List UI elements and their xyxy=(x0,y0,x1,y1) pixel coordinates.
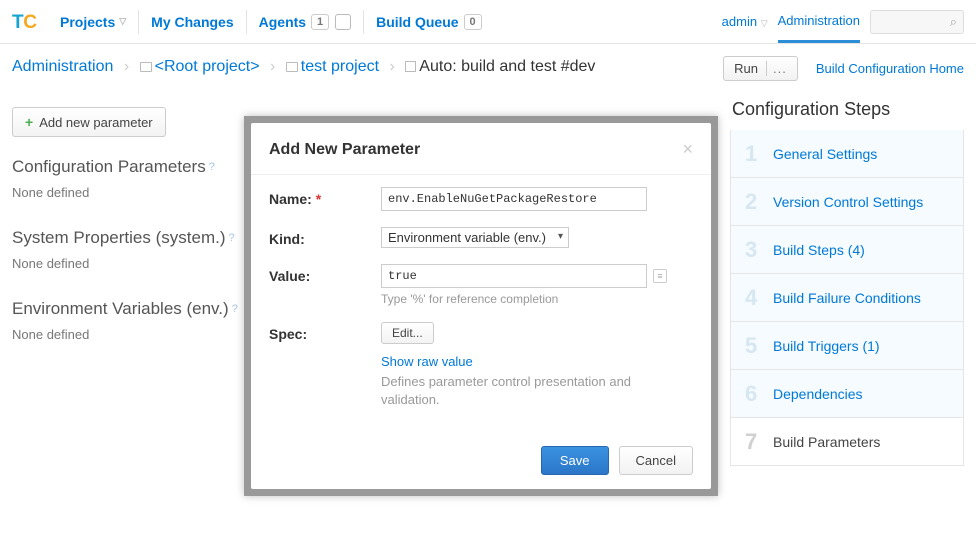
nav-projects[interactable]: Projects▽ xyxy=(52,10,134,34)
show-raw-link[interactable]: Show raw value xyxy=(381,354,693,369)
crumb-administration[interactable]: Administration xyxy=(12,58,113,75)
cancel-button[interactable]: Cancel xyxy=(619,446,693,475)
crumb-root[interactable]: <Root project> xyxy=(155,58,260,75)
edit-spec-button[interactable]: Edit... xyxy=(381,322,434,344)
nav-right: admin ▽ Administration ⌕ xyxy=(722,1,964,43)
save-button[interactable]: Save xyxy=(541,446,609,475)
breadcrumb-right: Run... Build Configuration Home xyxy=(723,56,964,81)
run-button[interactable]: Run... xyxy=(723,56,798,81)
svg-text:T: T xyxy=(12,12,24,33)
name-input[interactable] xyxy=(381,187,647,211)
modal-title: Add New Parameter xyxy=(269,141,682,159)
modal-body: Name: * Kind: Environment variable (env.… xyxy=(251,175,711,437)
right-column: Configuration Steps 1General Settings 2V… xyxy=(730,87,964,466)
modal-footer: Save Cancel xyxy=(251,434,711,489)
agents-count-badge: 1 xyxy=(311,14,329,30)
crumb-build: Auto: build and test #dev xyxy=(419,58,595,75)
kind-label: Kind: xyxy=(269,227,381,247)
help-icon[interactable]: ? xyxy=(232,303,238,315)
agents-status-icon xyxy=(335,14,351,30)
help-icon[interactable]: ? xyxy=(229,232,235,244)
value-hint: Type '%' for reference completion xyxy=(381,292,693,306)
help-icon[interactable]: ? xyxy=(209,161,215,173)
nav-agents[interactable]: Agents 1 xyxy=(251,10,359,34)
step-dependencies[interactable]: 6Dependencies xyxy=(730,370,964,418)
step-vcs-settings[interactable]: 2Version Control Settings xyxy=(730,178,964,226)
chevron-down-icon: ▽ xyxy=(761,18,768,28)
close-icon[interactable]: × xyxy=(682,139,693,160)
top-nav: TC Projects▽ My Changes Agents 1 Build Q… xyxy=(0,0,976,44)
modal-header: Add New Parameter × xyxy=(251,123,711,175)
spec-description: Defines parameter control presentation a… xyxy=(381,373,693,409)
breadcrumb-row: Administration › <Root project> › test p… xyxy=(0,44,976,87)
kind-select[interactable]: Environment variable (env.) xyxy=(381,227,569,248)
administration-link[interactable]: Administration xyxy=(778,13,860,43)
step-build-triggers[interactable]: 5Build Triggers (1) xyxy=(730,322,964,370)
add-parameter-button[interactable]: + Add new parameter xyxy=(12,107,166,137)
value-input[interactable] xyxy=(381,264,647,288)
breadcrumb: Administration › <Root project> › test p… xyxy=(12,56,723,78)
nav-my-changes[interactable]: My Changes xyxy=(143,10,241,34)
logo[interactable]: TC xyxy=(12,9,38,35)
value-helper-icon[interactable]: ≡ xyxy=(653,269,667,283)
crumb-project[interactable]: test project xyxy=(301,58,379,75)
folder-icon xyxy=(140,62,152,72)
plus-icon: + xyxy=(25,114,33,130)
nav-items: Projects▽ My Changes Agents 1 Build Queu… xyxy=(52,10,490,34)
queue-count-badge: 0 xyxy=(464,14,482,30)
search-icon: ⌕ xyxy=(950,14,957,30)
build-config-icon xyxy=(405,61,416,72)
spec-label: Spec: xyxy=(269,322,381,342)
search-input[interactable]: ⌕ xyxy=(870,10,964,34)
chevron-down-icon: ▽ xyxy=(119,16,126,27)
config-steps-title: Configuration Steps xyxy=(730,99,964,120)
step-build-steps[interactable]: 3Build Steps (4) xyxy=(730,226,964,274)
step-general-settings[interactable]: 1General Settings xyxy=(730,130,964,178)
name-label: Name: * xyxy=(269,187,381,207)
value-label: Value: xyxy=(269,264,381,284)
build-config-home-link[interactable]: Build Configuration Home xyxy=(816,61,964,76)
svg-text:C: C xyxy=(23,12,37,33)
run-more[interactable]: ... xyxy=(766,61,787,76)
step-failure-conditions[interactable]: 4Build Failure Conditions xyxy=(730,274,964,322)
add-parameter-modal: Add New Parameter × Name: * Kind: Enviro… xyxy=(251,123,711,489)
folder-icon xyxy=(286,62,298,72)
user-link[interactable]: admin ▽ xyxy=(722,14,768,29)
nav-build-queue[interactable]: Build Queue 0 xyxy=(368,10,489,34)
step-build-parameters[interactable]: 7Build Parameters xyxy=(730,418,964,466)
